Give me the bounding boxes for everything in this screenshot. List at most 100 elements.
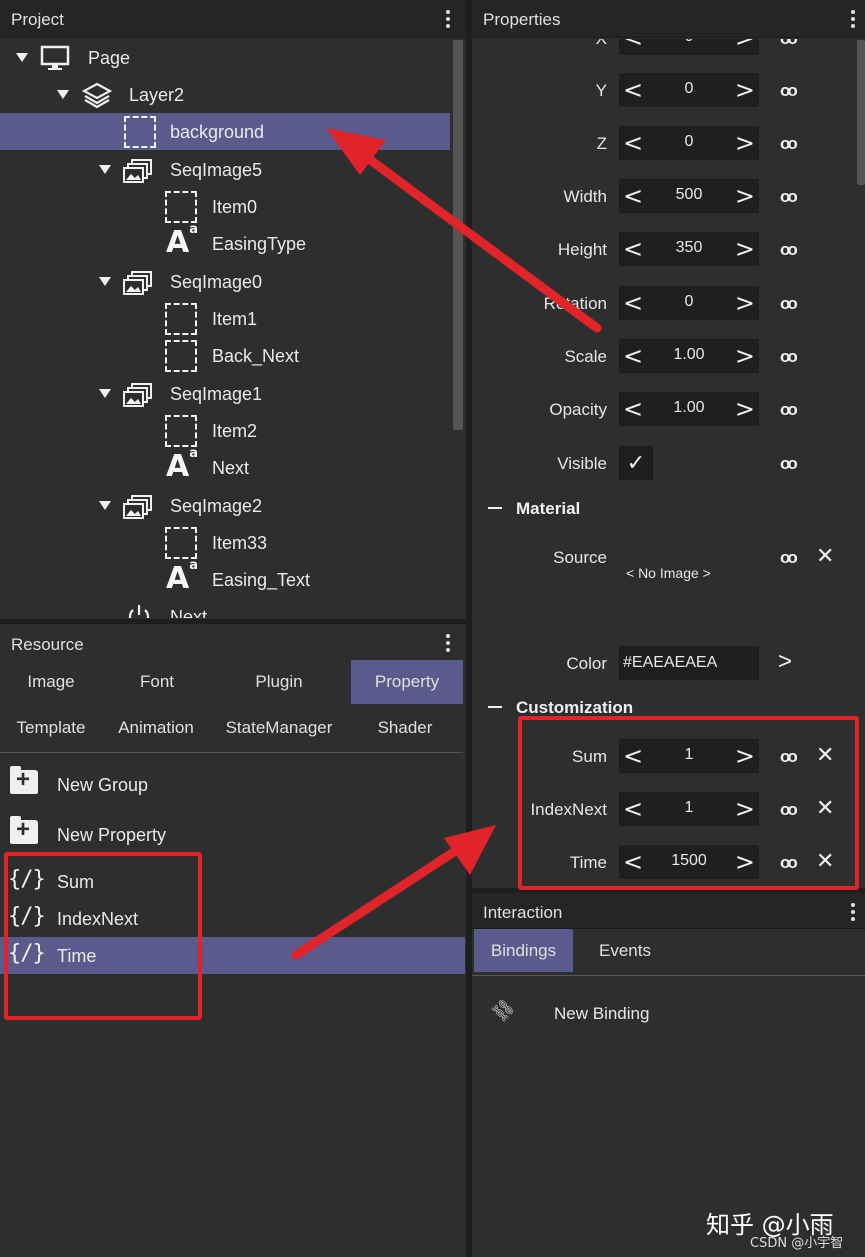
clear-x-icon[interactable]: ✕: [816, 543, 834, 569]
increment-chevron-icon[interactable]: >: [735, 395, 755, 423]
new-property-label: New Property: [57, 825, 167, 845]
section-material[interactable]: Material: [472, 495, 865, 523]
color-field[interactable]: #EAEAEAEA: [619, 646, 759, 680]
tab-plugin[interactable]: Plugin: [228, 660, 330, 704]
expand-triangle-icon[interactable]: [99, 389, 111, 398]
link-icon[interactable]: oo: [780, 400, 798, 420]
width-value[interactable]: 500: [643, 186, 735, 204]
tree-item-item2[interactable]: Item2: [0, 412, 450, 449]
tab-animation[interactable]: Animation: [106, 706, 206, 750]
increment-chevron-icon[interactable]: >: [735, 76, 755, 104]
interaction-menu-icon[interactable]: [851, 903, 855, 921]
tree-item-label: background: [170, 122, 265, 142]
x-stepper[interactable]: < 0 >: [619, 39, 759, 55]
tree-item-easing-text[interactable]: Aa Easing_Text: [0, 558, 450, 598]
tab-template[interactable]: Template: [0, 706, 102, 750]
tab-statemanager[interactable]: StateManager: [218, 706, 340, 750]
link-icon[interactable]: oo: [780, 187, 798, 207]
decrement-chevron-icon[interactable]: <: [623, 129, 643, 157]
collapse-minus-icon[interactable]: [488, 706, 502, 708]
link-icon[interactable]: oo: [780, 294, 798, 314]
decrement-chevron-icon[interactable]: <: [623, 395, 643, 423]
placeholder-box-icon: [165, 527, 197, 559]
link-icon[interactable]: oo: [780, 81, 798, 101]
tree-item-layer2[interactable]: Layer2: [0, 76, 450, 113]
expand-chevron-icon[interactable]: >: [778, 648, 792, 676]
decrement-chevron-icon[interactable]: <: [623, 76, 643, 104]
height-stepper[interactable]: < 350 >: [619, 232, 759, 266]
width-stepper[interactable]: < 500 >: [619, 179, 759, 213]
tab-font[interactable]: Font: [106, 660, 208, 704]
visible-checkbox[interactable]: ✓: [619, 446, 653, 480]
x-value[interactable]: 0: [643, 39, 735, 46]
tab-bindings[interactable]: Bindings: [474, 929, 573, 972]
properties-menu-icon[interactable]: [851, 10, 855, 28]
decrement-chevron-icon[interactable]: <: [623, 289, 643, 317]
decrement-chevron-icon[interactable]: <: [623, 182, 643, 210]
tab-property[interactable]: Property: [351, 660, 463, 704]
increment-chevron-icon[interactable]: >: [735, 289, 755, 317]
resource-menu-icon[interactable]: [446, 634, 450, 652]
image-sequence-icon: [123, 271, 152, 295]
link-icon[interactable]: oo: [780, 347, 798, 367]
new-binding-button[interactable]: ⛓ New Binding: [472, 995, 865, 1030]
expand-triangle-icon[interactable]: [16, 53, 28, 62]
tree-item-next[interactable]: Aa Next: [0, 446, 450, 486]
increment-chevron-icon[interactable]: >: [735, 235, 755, 263]
decrement-chevron-icon[interactable]: <: [623, 39, 643, 52]
increment-chevron-icon[interactable]: >: [735, 342, 755, 370]
z-stepper[interactable]: < 0 >: [619, 126, 759, 160]
tree-item-label: Item33: [212, 533, 268, 553]
y-stepper[interactable]: < 0 >: [619, 73, 759, 107]
tree-item-page[interactable]: Page: [0, 39, 450, 76]
tree-item-seqimage5[interactable]: SeqImage5: [0, 151, 450, 188]
y-value[interactable]: 0: [643, 80, 735, 98]
rotation-value[interactable]: 0: [643, 293, 735, 311]
color-value[interactable]: #EAEAEAEA: [623, 654, 717, 672]
tab-image[interactable]: Image: [0, 660, 102, 704]
link-icon[interactable]: oo: [780, 454, 798, 474]
scale-stepper[interactable]: < 1.00 >: [619, 339, 759, 373]
project-menu-icon[interactable]: [446, 10, 450, 28]
collapse-minus-icon[interactable]: [488, 507, 502, 509]
expand-triangle-icon[interactable]: [99, 277, 111, 286]
source-image-preview[interactable]: < No Image >: [626, 565, 711, 581]
tree-item-item1[interactable]: Item1: [0, 300, 450, 337]
tree-item-seqimage0[interactable]: SeqImage0: [0, 263, 450, 300]
tree-item-label: EasingType: [212, 234, 307, 254]
new-property-button[interactable]: + New Property: [0, 816, 465, 853]
scale-value[interactable]: 1.00: [643, 346, 735, 364]
tree-item-seqimage2[interactable]: SeqImage2: [0, 487, 450, 524]
link-icon[interactable]: oo: [780, 548, 798, 568]
link-icon[interactable]: oo: [780, 134, 798, 154]
expand-triangle-icon[interactable]: [99, 501, 111, 510]
project-scrollbar[interactable]: [453, 40, 463, 430]
height-value[interactable]: 350: [643, 239, 735, 257]
expand-triangle-icon[interactable]: [57, 90, 69, 99]
increment-chevron-icon[interactable]: >: [735, 129, 755, 157]
properties-scrollbar[interactable]: [857, 40, 865, 185]
rotation-stepper[interactable]: < 0 >: [619, 286, 759, 320]
tab-events[interactable]: Events: [575, 929, 675, 972]
decrement-chevron-icon[interactable]: <: [623, 235, 643, 263]
tree-item-seqimage1[interactable]: SeqImage1: [0, 375, 450, 412]
tab-shader[interactable]: Shader: [355, 706, 455, 750]
opacity-value[interactable]: 1.00: [643, 399, 735, 417]
tree-item-item33[interactable]: Item33: [0, 524, 450, 561]
expand-triangle-icon[interactable]: [99, 165, 111, 174]
link-icon[interactable]: oo: [780, 240, 798, 260]
tree-item-background[interactable]: background: [0, 113, 450, 150]
increment-chevron-icon[interactable]: >: [735, 39, 755, 52]
increment-chevron-icon[interactable]: >: [735, 182, 755, 210]
z-value[interactable]: 0: [643, 133, 735, 151]
tree-item-item0[interactable]: Item0: [0, 188, 450, 225]
prop-row-scale: Scale < 1.00 > oo: [472, 339, 865, 375]
tree-item-next-partial[interactable]: Next: [0, 598, 450, 618]
tree-item-easingtype[interactable]: Aa EasingType: [0, 222, 450, 262]
tree-item-back-next[interactable]: Back_Next: [0, 337, 450, 374]
text-font-icon: Aa: [166, 558, 198, 596]
opacity-stepper[interactable]: < 1.00 >: [619, 392, 759, 426]
new-group-button[interactable]: + New Group: [0, 766, 465, 803]
link-icon[interactable]: oo: [780, 39, 798, 49]
decrement-chevron-icon[interactable]: <: [623, 342, 643, 370]
